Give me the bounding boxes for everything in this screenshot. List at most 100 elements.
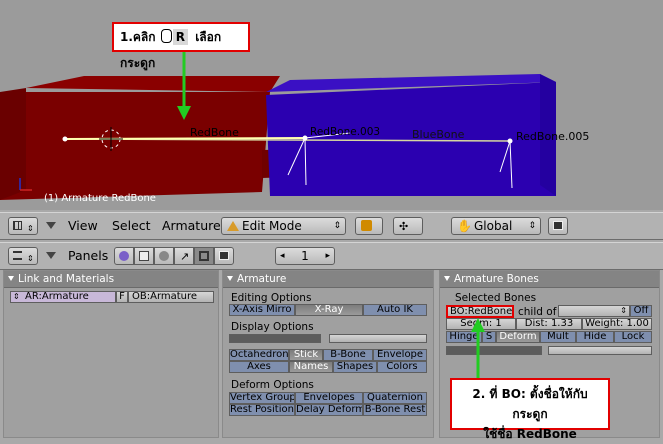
parent-bone-select[interactable]: ⇕ xyxy=(558,305,630,317)
hinge-button[interactable]: Hinge xyxy=(446,331,482,343)
updown-icon: ⇕ xyxy=(333,221,341,231)
display-options-label: Display Options xyxy=(231,321,314,333)
axes-button[interactable]: Axes xyxy=(229,361,289,373)
menu-select[interactable]: Select xyxy=(112,217,151,235)
octahedron-button[interactable]: Octahedron xyxy=(229,349,289,361)
mode-select[interactable]: Edit Mode ⇕ xyxy=(221,217,346,235)
pivot-icon: ✣ xyxy=(399,220,409,233)
grid-icon xyxy=(13,221,22,230)
panel-title[interactable]: Armature Bones xyxy=(440,271,659,288)
page-number: 1 xyxy=(301,249,309,263)
deform-options-label: Deform Options xyxy=(231,379,314,391)
auto-ik-button[interactable]: Auto IK xyxy=(363,304,427,316)
bone-layer-buttons-left[interactable] xyxy=(446,346,542,355)
menu-armature[interactable]: Armature xyxy=(162,217,221,235)
object-name-field[interactable]: OB:Armature xyxy=(128,291,214,303)
panel-title[interactable]: Link and Materials xyxy=(4,271,218,288)
editor-type-button[interactable]: ⇕ xyxy=(8,217,38,235)
3d-viewport[interactable]: RedBone RedBone.003 BlueBone RedBone.005… xyxy=(0,0,663,210)
x-ray-button[interactable]: X-Ray xyxy=(295,304,363,316)
armature-data-name: AR:Armature xyxy=(25,291,89,302)
scene-context-button[interactable] xyxy=(214,247,234,265)
red-block-top xyxy=(26,76,280,92)
hand-icon: ✋ xyxy=(457,219,472,233)
shapes-button[interactable]: Shapes xyxy=(333,361,377,373)
buttons-header: ⇕ Panels ↗ ◂ 1 ▸ xyxy=(0,242,663,270)
key-r-badge: R xyxy=(172,29,188,45)
quaternion-button[interactable]: Quaternion xyxy=(363,392,427,404)
armature-data-field[interactable]: ⇕ AR:Armature xyxy=(10,291,116,303)
mult-button[interactable]: Mult xyxy=(540,331,576,343)
image-icon xyxy=(553,221,563,230)
envelope-button[interactable]: Envelope xyxy=(373,349,427,361)
hide-button[interactable]: Hide xyxy=(576,331,614,343)
mode-label: Edit Mode xyxy=(242,219,302,233)
logic-icon xyxy=(119,251,129,261)
editing-context-button[interactable] xyxy=(194,247,214,265)
script-icon xyxy=(139,251,149,261)
updown-icon: ⇕ xyxy=(528,221,536,231)
red-block-side xyxy=(0,88,26,200)
callout-prefix: 1.คลิก xyxy=(120,30,156,44)
object-context-button[interactable]: ↗ xyxy=(174,247,194,265)
child-of-label: child of xyxy=(518,306,557,318)
updown-icon: ⇕ xyxy=(620,306,627,315)
pivot-button[interactable]: ✣ xyxy=(393,217,423,235)
offset-toggle[interactable]: Off xyxy=(630,305,652,317)
chevron-icon: ⇕ xyxy=(27,254,34,263)
distance-field[interactable]: Dist: 1.33 xyxy=(516,318,582,330)
shading-context-button[interactable] xyxy=(154,247,174,265)
collapse-triangle-icon[interactable] xyxy=(46,222,56,229)
b-bone-button[interactable]: B-Bone xyxy=(323,349,373,361)
envelopes-button[interactable]: Envelopes xyxy=(295,392,363,404)
delay-deform-button[interactable]: Delay Deform xyxy=(295,404,363,416)
colors-button[interactable]: Colors xyxy=(377,361,427,373)
callout-line1: 2. ที่ BO: ตั้งชื่อให้กับกระดูก xyxy=(472,387,588,421)
page-number-field[interactable]: ◂ 1 ▸ xyxy=(275,247,335,265)
rest-position-button[interactable]: Rest Position xyxy=(229,404,295,416)
panel-title[interactable]: Armature xyxy=(223,271,433,288)
names-button[interactable]: Names xyxy=(289,361,333,373)
layer-buttons-left[interactable] xyxy=(229,334,321,343)
panel-title-text: Armature Bones xyxy=(454,273,539,285)
fake-user-button[interactable]: F xyxy=(116,291,128,303)
draw-type-button[interactable] xyxy=(355,217,383,235)
layer-buttons-right[interactable] xyxy=(329,334,427,343)
segments-field[interactable]: Segm: 1 xyxy=(446,318,516,330)
s-button[interactable]: S xyxy=(482,331,496,343)
bone-label-redbone-005: RedBone.005 xyxy=(516,130,590,143)
render-button[interactable] xyxy=(548,217,568,235)
menu-panels[interactable]: Panels xyxy=(68,247,108,265)
bone-label-redbone-003: RedBone.003 xyxy=(310,126,381,138)
callout-line2: ใช้ชื่อ RedBone xyxy=(483,427,577,441)
selected-bones-label: Selected Bones xyxy=(455,292,537,304)
orientation-label: Global xyxy=(474,219,513,233)
panel-armature: Armature Editing Options X-Axis Mirro X-… xyxy=(222,270,434,438)
chevron-icon: ⇕ xyxy=(27,224,34,233)
menu-view[interactable]: View xyxy=(68,217,98,235)
logic-context-button[interactable] xyxy=(114,247,134,265)
blue-block-front xyxy=(266,82,556,196)
viewport-scene xyxy=(0,52,556,200)
updown-icon: ⇕ xyxy=(13,292,20,301)
collapse-icon xyxy=(227,276,233,281)
bone-name-field[interactable]: BO:RedBone xyxy=(446,305,514,318)
weight-field[interactable]: Weight: 1.00 xyxy=(582,318,652,330)
x-axis-mirror-button[interactable]: X-Axis Mirro xyxy=(229,304,295,316)
orientation-select[interactable]: ✋ Global ⇕ xyxy=(451,217,541,235)
axis-icon: ↗ xyxy=(180,250,190,263)
3d-view-header: ⇕ View Select Armature Edit Mode ⇕ ✣ ✋ G… xyxy=(0,212,663,240)
b-bone-rest-button[interactable]: B-Bone Rest xyxy=(363,404,427,416)
deform-button[interactable]: Deform xyxy=(496,331,540,343)
script-context-button[interactable] xyxy=(134,247,154,265)
stick-button[interactable]: Stick xyxy=(289,349,323,361)
editor-type-button[interactable]: ⇕ xyxy=(8,247,38,265)
editing-icon xyxy=(199,251,209,261)
mouse-icon xyxy=(160,29,172,43)
bone-layer-buttons-right[interactable] xyxy=(548,346,652,355)
left-arrow-icon: ◂ xyxy=(280,251,285,261)
object-label: (1) Armature RedBone xyxy=(44,193,156,204)
vertex-group-button[interactable]: Vertex Group xyxy=(229,392,295,404)
lock-button[interactable]: Lock xyxy=(614,331,652,343)
collapse-triangle-icon[interactable] xyxy=(46,252,56,259)
